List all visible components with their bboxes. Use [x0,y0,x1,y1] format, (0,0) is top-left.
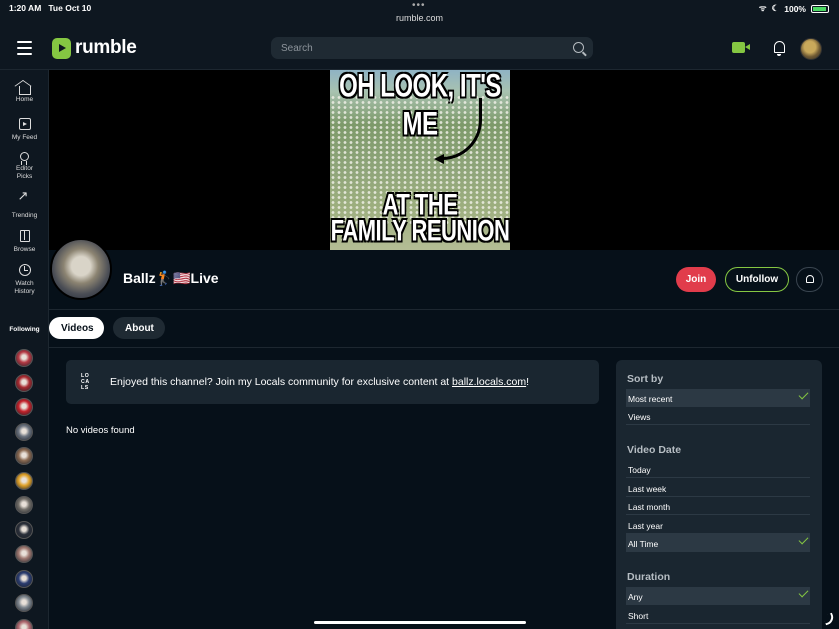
date-option-all-time[interactable]: All Time [626,534,810,552]
date-option-last-month[interactable]: Last month [626,497,810,515]
wifi-icon: ᯤ [758,3,767,13]
status-time: 1:20 AM Tue Oct 10 [9,3,92,13]
status-indicators: ᯤ ☾ 100% [759,3,829,14]
sidebar-item-browse[interactable]: Browse [0,230,49,254]
sidebar-item-label: Browse [13,246,36,253]
battery-label: 100% [784,3,806,14]
check-icon [798,587,809,598]
sidebar-item-home[interactable]: Home [0,83,49,104]
locals-promo-text: Enjoyed this channel? Join my Locals com… [110,376,530,388]
logo-text: rumble [75,37,137,58]
following-channel-avatar[interactable] [15,520,33,539]
sidebar-item-label: Watch History [14,280,35,295]
award-icon [20,152,29,165]
sidebar-item-trending[interactable]: Trending [0,192,49,220]
search-icon[interactable] [573,42,584,53]
sidebar-item-watch-history[interactable]: Watch History [0,264,49,296]
following-channel-avatar[interactable] [15,594,33,612]
sort-by-heading: Sort by [627,373,664,385]
address-url[interactable]: rumble.com [0,13,839,23]
rumble-logo[interactable]: rumble [52,37,137,59]
feed-icon [18,118,31,130]
duration-option-short[interactable]: Short [626,606,810,624]
following-channel-avatar[interactable] [15,422,33,441]
more-dots-icon[interactable]: ••• [412,0,426,11]
browse-icon [19,230,30,242]
following-channel-avatar[interactable] [15,471,33,490]
channel-name: Ballz🏌️🇺🇸Live [123,270,219,286]
tab-videos[interactable]: Videos [49,317,104,339]
channel-avatar [50,238,112,300]
locals-promo: LO CA LS Enjoyed this channel? Join my L… [66,360,599,404]
search-bar [271,37,593,59]
tab-about[interactable]: About [113,317,165,339]
date-option-last-year[interactable]: Last year [626,516,810,534]
following-channel-avatar[interactable] [15,545,33,563]
date-option-today[interactable]: Today [626,460,810,478]
sidebar-item-editor-picks[interactable]: Editor Picks [0,152,49,181]
filter-panel: Sort by Most recent Views Video Date Tod… [616,360,822,629]
sidebar-item-label: My Feed [11,134,38,141]
locals-link[interactable]: ballz.locals.com [452,376,526,388]
top-navigation-bar: rumble [0,28,839,70]
banner-image: OH LOOK, IT'S ME AT THE FAMILY REUNION [330,70,510,250]
sort-option-views[interactable]: Views [626,407,810,425]
sidebar-item-label: Editor Picks [16,165,33,180]
home-indicator[interactable] [314,621,526,624]
search-input[interactable] [281,40,561,56]
status-bar: 1:20 AM Tue Oct 10 ••• rumble.com ᯤ ☾ 10… [0,0,839,28]
corner-swipe-icon[interactable] [822,612,836,626]
upload-video-icon[interactable] [732,42,750,53]
check-icon [798,389,809,400]
channel-notifications-button[interactable] [796,267,823,292]
sidebar-item-label: Trending [11,212,38,219]
following-channel-avatar[interactable] [15,373,33,392]
locals-logo: LO CA LS [81,373,90,391]
sidebar-item-my-feed[interactable]: My Feed [0,118,49,142]
duration-option-any[interactable]: Any [626,587,810,605]
meme-caption-top: OH LOOK, IT'S ME [339,70,501,143]
sort-option-most-recent[interactable]: Most recent [626,389,810,407]
trending-icon [18,192,31,208]
sidebar-item-label: Home [15,96,34,103]
user-avatar[interactable] [800,38,822,60]
rumble-play-icon [52,37,71,59]
following-heading: Following [9,326,40,333]
following-channel-avatar[interactable] [15,447,33,465]
following-channel-avatar[interactable] [15,398,33,416]
battery-icon [811,4,829,13]
bell-icon [806,275,814,283]
history-icon [18,264,31,276]
following-channel-avatar[interactable] [15,496,33,514]
date-option-last-week[interactable]: Last week [626,479,810,497]
join-button[interactable]: Join [676,267,716,292]
video-date-heading: Video Date [627,444,682,456]
following-channel-avatar[interactable] [15,569,33,588]
meme-caption-bottom-2: FAMILY REUNION [330,213,510,248]
moon-icon: ☾ [771,3,780,13]
channel-tabs: Videos About [49,310,839,348]
notifications-bell-icon[interactable] [774,41,785,56]
unfollow-button[interactable]: Unfollow [725,267,789,292]
check-icon [798,534,809,545]
menu-icon[interactable] [17,41,32,55]
duration-heading: Duration [627,571,671,583]
home-icon [18,86,31,95]
following-channel-avatar[interactable] [15,618,33,629]
sidebar: Home My Feed Editor Picks Trending Brows… [0,70,49,629]
empty-state-message: No videos found [66,425,135,436]
following-channel-avatar[interactable] [15,349,33,367]
